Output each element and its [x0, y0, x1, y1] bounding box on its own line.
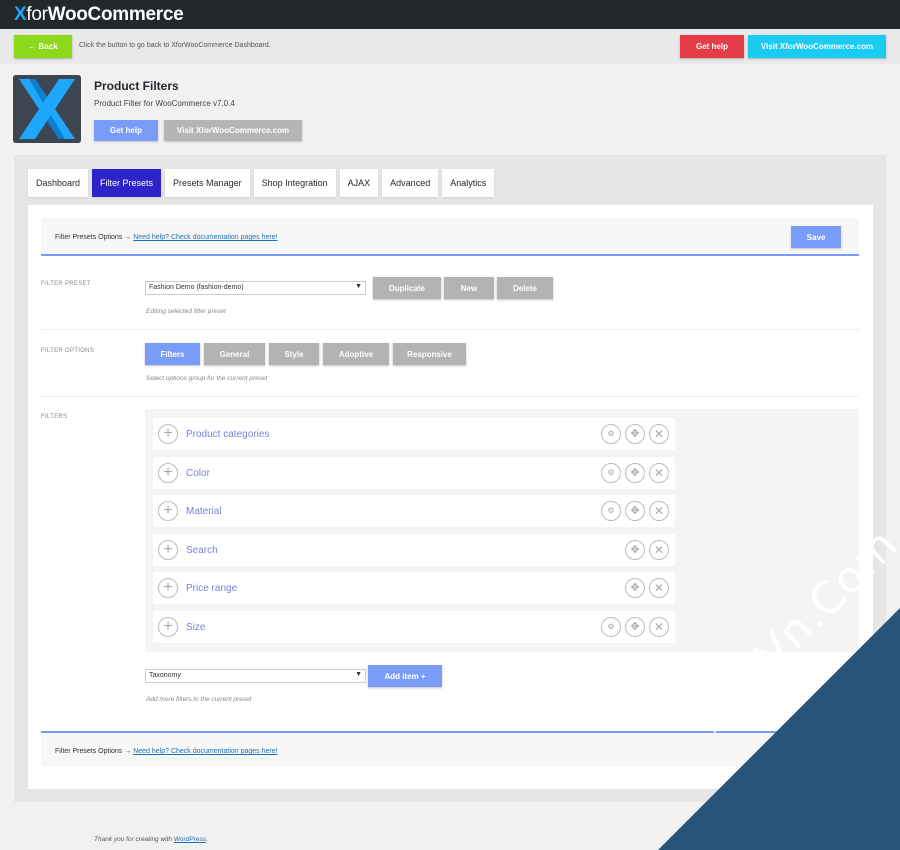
- move-icon[interactable]: ✥: [625, 463, 645, 483]
- filter-item-label: Size: [186, 622, 206, 633]
- back-button[interactable]: ← Back: [14, 35, 72, 58]
- preset-select[interactable]: Fashion Demo (fashion-demo) ▼: [145, 281, 366, 295]
- condition-icon[interactable]: ⚙: [601, 463, 621, 483]
- docs-link[interactable]: Need help? Check documentation pages her…: [133, 234, 277, 241]
- filter-item-label: Color: [186, 468, 210, 479]
- filter-options-hint: Select options group for the current pre…: [146, 375, 268, 382]
- back-description: Click the button to go back to XforWooCo…: [79, 42, 271, 49]
- chevron-down-icon: ▼: [355, 671, 362, 678]
- group-filters-button[interactable]: Filters: [145, 343, 200, 365]
- wordpress-link[interactable]: WordPress: [174, 836, 206, 843]
- group-style-button[interactable]: Style: [269, 343, 319, 365]
- tab-dashboard[interactable]: Dashboard: [28, 169, 89, 197]
- filter-item-label: Product categories: [186, 429, 270, 440]
- filter-item-size[interactable]: + Size ⚙ ✥ ✕: [153, 611, 675, 643]
- condition-icon[interactable]: ⚙: [601, 617, 621, 637]
- expand-icon[interactable]: +: [158, 424, 178, 444]
- delete-button[interactable]: Delete: [497, 277, 553, 299]
- tab-analytics[interactable]: Analytics: [442, 169, 495, 197]
- filter-item-price-range[interactable]: + Price range ✥ ✕: [153, 572, 675, 604]
- plugin-title: Product Filters: [94, 79, 179, 93]
- top-bar: XforWooCommerce: [0, 0, 900, 29]
- filter-preset-hint: Editing selected filter preset: [146, 308, 226, 315]
- visit-site-button[interactable]: Visit XforWooCommerce.com: [748, 35, 886, 58]
- filter-item-label: Material: [186, 506, 222, 517]
- filter-preset-label: FILTER PRESET: [41, 281, 91, 287]
- action-bar: ← Back Click the button to go back to Xf…: [0, 29, 900, 64]
- move-icon[interactable]: ✥: [625, 540, 645, 560]
- move-icon[interactable]: ✥: [625, 578, 645, 598]
- plugin-version: Product Filter for WooCommerce v7.0.4: [94, 99, 235, 108]
- condition-icon[interactable]: ⚙: [601, 424, 621, 444]
- divider: [41, 329, 859, 330]
- expand-icon[interactable]: +: [158, 578, 178, 598]
- filter-item-product-categories[interactable]: + Product categories ⚙ ✥ ✕: [153, 418, 675, 450]
- close-icon[interactable]: ✕: [649, 463, 669, 483]
- tab-ajax[interactable]: AJAX: [339, 169, 379, 197]
- save-button[interactable]: Save: [791, 740, 841, 762]
- group-general-button[interactable]: General: [204, 343, 265, 365]
- footer-thanks: Thank you for creating with WordPress.: [94, 836, 208, 843]
- filter-item-material[interactable]: + Material ⚙ ✥ ✕: [153, 495, 675, 527]
- close-icon[interactable]: ✕: [649, 424, 669, 444]
- brand-logo: XforWooCommerce: [14, 4, 184, 25]
- docs-link[interactable]: Need help? Check documentation pages her…: [133, 748, 277, 755]
- filter-item-search[interactable]: + Search ✥ ✕: [153, 534, 675, 566]
- tab-presets-manager[interactable]: Presets Manager: [165, 169, 250, 197]
- get-help-button[interactable]: Get help: [680, 35, 744, 58]
- plugin-logo: [13, 75, 81, 143]
- move-icon[interactable]: ✥: [625, 617, 645, 637]
- condition-icon[interactable]: ⚙: [601, 501, 621, 521]
- filter-item-label: Search: [186, 545, 218, 556]
- filter-type-select[interactable]: Taxonomy ▼: [145, 669, 366, 683]
- options-footer-text: Filter Presets Options → Need help? Chec…: [55, 748, 278, 755]
- tab-filter-presets[interactable]: Filter Presets: [92, 169, 162, 197]
- group-responsive-button[interactable]: Responsive: [393, 343, 466, 365]
- move-icon[interactable]: ✥: [625, 501, 645, 521]
- settings-tabs: Dashboard Filter Presets Presets Manager…: [28, 169, 495, 197]
- options-header-text: Filter Presets Options → Need help? Chec…: [55, 234, 278, 241]
- add-item-hint: Add more filters to the current preset: [146, 696, 252, 703]
- save-button[interactable]: Save: [791, 226, 841, 248]
- tab-advanced[interactable]: Advanced: [382, 169, 439, 197]
- footer-version: Version 5.1.1: [851, 836, 889, 843]
- move-icon[interactable]: ✥: [625, 424, 645, 444]
- close-icon[interactable]: ✕: [649, 578, 669, 598]
- close-icon[interactable]: ✕: [649, 501, 669, 521]
- filter-options-label: FILTER OPTIONS: [41, 348, 95, 354]
- expand-icon[interactable]: +: [158, 617, 178, 637]
- filter-item-color[interactable]: + Color ⚙ ✥ ✕: [153, 457, 675, 489]
- plugin-visit-site-button[interactable]: Visit XforWooCommerce.com: [164, 120, 302, 141]
- duplicate-button[interactable]: Duplicate: [373, 277, 441, 299]
- expand-icon[interactable]: +: [158, 463, 178, 483]
- expand-icon[interactable]: +: [158, 501, 178, 521]
- filter-item-label: Price range: [186, 583, 238, 594]
- chevron-down-icon: ▼: [355, 283, 362, 290]
- expand-icon[interactable]: +: [158, 540, 178, 560]
- close-icon[interactable]: ✕: [649, 617, 669, 637]
- add-item-button[interactable]: Add item +: [368, 665, 442, 687]
- close-icon[interactable]: ✕: [649, 540, 669, 560]
- plugin-get-help-button[interactable]: Get help: [94, 120, 158, 141]
- options-header: Filter Presets Options → Need help? Chec…: [41, 218, 859, 256]
- group-adoptive-button[interactable]: Adoptive: [323, 343, 389, 365]
- new-button[interactable]: New: [444, 277, 494, 299]
- options-footer: Filter Presets Options → Need help? Chec…: [41, 731, 859, 767]
- divider: [41, 396, 859, 397]
- filters-label: FILTERS: [41, 414, 68, 420]
- tab-shop-integration[interactable]: Shop Integration: [253, 169, 336, 197]
